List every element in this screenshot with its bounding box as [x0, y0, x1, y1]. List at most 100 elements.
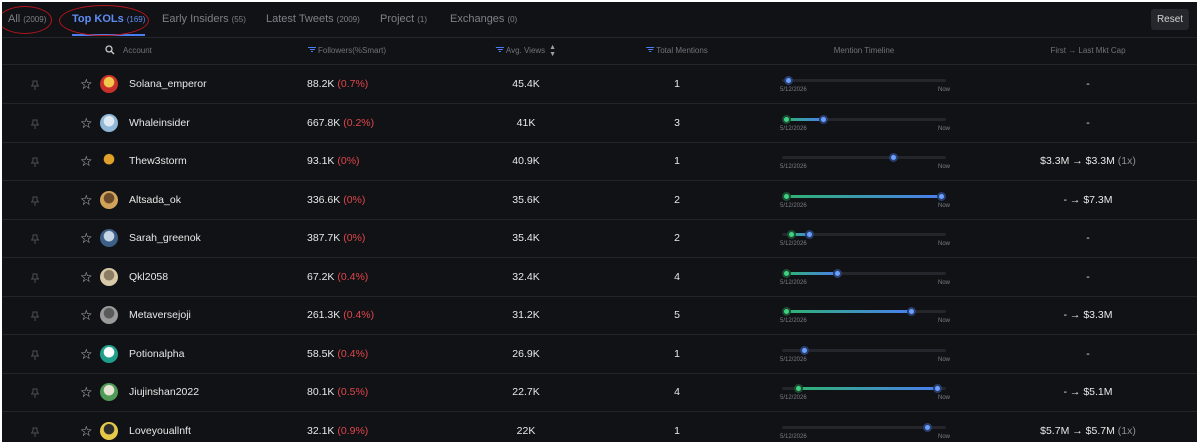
star-icon[interactable]: ☆ [80, 335, 93, 373]
mention-timeline[interactable]: 5/12/2026 Now [780, 258, 950, 296]
timeline-range [786, 117, 823, 121]
mention-dot[interactable] [923, 422, 933, 432]
timeline-track [782, 425, 946, 429]
mktcap-header: First → Last Mkt Cap [1050, 38, 1125, 64]
timeline-end-label: Now [937, 318, 950, 324]
mention-timeline[interactable]: 5/12/2026 Now [780, 373, 950, 411]
last-mention-dot[interactable] [818, 114, 828, 124]
account-name[interactable]: Jiujinshan2022 [129, 373, 199, 411]
first-mention-dot[interactable] [782, 191, 792, 201]
account-name[interactable]: Sarah_greenok [129, 219, 201, 257]
star-icon[interactable]: ☆ [80, 65, 93, 103]
mention-timeline[interactable]: 5/12/2026 Now [780, 104, 950, 142]
account-name[interactable]: Solana_emperor [129, 65, 207, 103]
table-row[interactable]: ☆ Jiujinshan2022 80.1K (0.5%) 22.7K 4 5/12/20… [2, 373, 1197, 412]
table-row[interactable]: ☆ Solana_emperor 88.2K (0.7%) 45.4K 1 5/12/20… [2, 65, 1197, 104]
pin-icon[interactable] [30, 232, 40, 244]
tab-early-insiders[interactable]: Early Insiders (55) [162, 2, 246, 36]
star-icon[interactable]: ☆ [80, 258, 93, 296]
pin-icon[interactable] [30, 386, 40, 398]
pin-icon[interactable] [30, 78, 40, 90]
mention-dot[interactable] [784, 76, 794, 85]
tab-top-kols[interactable]: Top KOLs (169) [72, 2, 146, 36]
star-icon[interactable]: ☆ [80, 373, 93, 411]
tab-label: Exchanges [450, 13, 505, 25]
last-mention-dot[interactable] [833, 268, 843, 278]
total-mentions-value: 5 [674, 309, 680, 321]
mention-timeline[interactable]: 5/12/2026 Now [780, 335, 950, 373]
account-name[interactable]: Loveyouallnft [129, 412, 191, 442]
table-row[interactable]: ☆ Altsada_ok 336.6K (0%) 35.6K 2 5/12/2026 Now… [2, 181, 1197, 220]
tab-latest-tweets[interactable]: Latest Tweets (2009) [266, 2, 360, 36]
filter-icon[interactable] [646, 46, 655, 53]
avatar [100, 190, 118, 209]
mention-timeline[interactable]: 5/12/2026 Now [780, 142, 950, 180]
table-row[interactable]: ☆ Loveyouallnft 32.1K (0.9%) 22K 1 5/12/2026 N… [2, 412, 1197, 442]
pin-icon[interactable] [30, 117, 40, 129]
first-mention-dot[interactable] [793, 384, 803, 393]
filter-icon[interactable] [307, 46, 316, 53]
last-mention-dot[interactable] [936, 191, 946, 201]
star-icon[interactable]: ☆ [80, 142, 93, 180]
pin-icon[interactable] [30, 155, 40, 167]
table-row[interactable]: ☆ Potionalpha 58.5K (0.4%) 26.9K 1 5/12/2026 N… [2, 335, 1197, 374]
mention-timeline[interactable]: 5/12/2026 Now [780, 412, 950, 442]
mention-timeline[interactable]: 5/12/2026 Now [780, 181, 950, 219]
first-mention-dot[interactable] [782, 307, 792, 316]
tab-project[interactable]: Project (1) [380, 2, 427, 36]
reset-button[interactable]: Reset [1151, 9, 1189, 30]
mention-timeline[interactable]: 5/12/2026 Now [780, 296, 950, 334]
tab-label: Top KOLs [72, 13, 124, 25]
first-mention-dot[interactable] [782, 268, 792, 278]
followers-header[interactable]: Followers(%Smart) [307, 38, 386, 64]
avatar [100, 75, 118, 93]
pin-icon[interactable] [30, 425, 40, 437]
timeline-range [786, 271, 838, 275]
star-icon[interactable]: ☆ [80, 104, 93, 142]
avg-views-header[interactable]: Avg. Views ▲ ▼ [495, 38, 556, 64]
mention-dot[interactable] [889, 153, 899, 162]
followers-value: 667.8K [307, 116, 341, 129]
account-name[interactable]: Altsada_ok [129, 181, 181, 219]
star-icon[interactable]: ☆ [80, 219, 93, 257]
first-mkt-cap: $5.7M [1040, 424, 1070, 437]
tab-count: (0) [507, 15, 518, 24]
tab-all[interactable]: All (2009) [8, 2, 46, 36]
filter-icon[interactable] [495, 46, 504, 53]
table-row[interactable]: ☆ Whaleinsider 667.8K (0.2%) 41K 3 5/12/2026 N… [2, 104, 1197, 143]
last-mention-dot[interactable] [933, 384, 943, 393]
star-icon[interactable]: ☆ [80, 181, 93, 219]
star-icon[interactable]: ☆ [80, 296, 93, 334]
tab-exchanges[interactable]: Exchanges (0) [450, 2, 517, 36]
table-row[interactable]: ☆ Qkl2058 67.2K (0.4%) 32.4K 4 5/12/2026 Now - [2, 258, 1197, 297]
last-mention-dot[interactable] [907, 307, 917, 316]
total-mentions-header[interactable]: Total Mentions [646, 38, 708, 64]
sort-icon[interactable]: ▲ ▼ [549, 44, 556, 58]
mkt-cap-empty: - [1086, 116, 1090, 129]
tab-count: (2009) [23, 15, 47, 24]
mention-dot[interactable] [800, 345, 810, 355]
first-mention-dot[interactable] [787, 230, 797, 239]
mention-timeline[interactable]: 5/12/2026 Now [780, 65, 950, 103]
account-name[interactable]: Whaleinsider [129, 104, 190, 142]
last-mention-dot[interactable] [805, 230, 815, 239]
table-row[interactable]: ☆ Sarah_greenok 387.7K (0%) 35.4K 2 5/12/2026… [2, 219, 1197, 258]
pin-icon[interactable] [30, 309, 40, 321]
first-mention-dot[interactable] [782, 114, 792, 124]
timeline-start-date: 5/12/2026 [780, 433, 807, 440]
account-header[interactable]: Account [105, 38, 152, 64]
search-icon[interactable] [105, 45, 115, 55]
tab-label: All [8, 13, 21, 25]
star-icon[interactable]: ☆ [80, 412, 93, 442]
account-name[interactable]: Metaversejoji [129, 296, 191, 334]
table-row[interactable]: ☆ Metaversejoji 261.3K (0.4%) 31.2K 5 5/12/20… [2, 296, 1197, 335]
account-name[interactable]: Potionalpha [129, 335, 184, 373]
mention-timeline[interactable]: 5/12/2026 Now [780, 219, 950, 257]
pin-icon[interactable] [30, 271, 40, 283]
account-name[interactable]: Qkl2058 [129, 258, 168, 296]
table-row[interactable]: ☆ Thew3storm 93.1K (0%) 40.9K 1 5/12/2026 Now $… [2, 142, 1197, 181]
pin-icon[interactable] [30, 348, 40, 360]
account-name[interactable]: Thew3storm [129, 142, 187, 180]
column-label: Avg. Views [505, 46, 546, 55]
pin-icon[interactable] [30, 194, 40, 206]
